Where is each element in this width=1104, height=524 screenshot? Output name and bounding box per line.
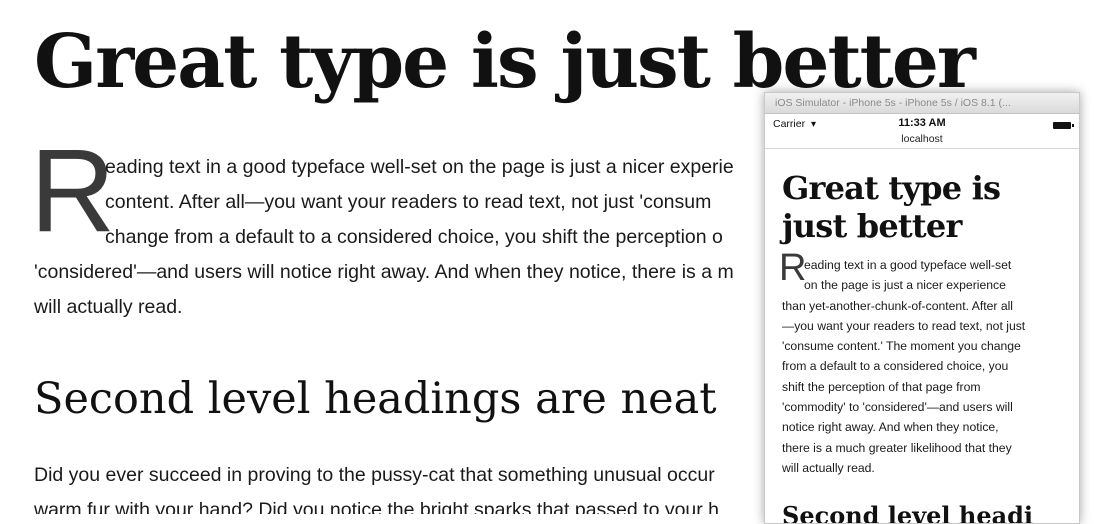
mobile-paragraph: R eading text in a good typeface well-se… <box>779 249 1064 478</box>
paragraph-line: notice right away. And when they notice, <box>782 420 999 435</box>
paragraph-line: on the page is just a nicer experience <box>804 278 1006 293</box>
battery-icon <box>1053 122 1074 129</box>
ios-status-bar: Carrier ▾ 11:33 AM localhost <box>765 114 1079 149</box>
second-paragraph: Did you ever succeed in proving to the p… <box>34 458 774 514</box>
paragraph-line: than yet-another-chunk-of-content. After… <box>782 298 1014 313</box>
paragraph-line: 'commodity' to 'considered'—and users wi… <box>782 400 1013 415</box>
simulator-content: Great type is just better R eading text … <box>779 169 1064 478</box>
paragraph-line: Did you ever succeed in proving to the p… <box>34 464 715 486</box>
url-host[interactable]: localhost <box>765 133 1079 145</box>
paragraph-line: will actually read. <box>34 296 183 318</box>
paragraph-line: there is a much greater likelihood that … <box>782 440 1012 455</box>
paragraph-line: eading text in a good typeface well-set … <box>105 156 734 178</box>
paragraph-line: 'consume content.' The moment you change <box>782 339 1021 354</box>
paragraph-line: 'considered'—and users will notice right… <box>34 261 734 283</box>
paragraph-line: from a default to a considered choice, y… <box>782 359 1009 374</box>
ios-simulator-window[interactable]: iOS Simulator - iPhone 5s - iPhone 5s / … <box>764 92 1080 524</box>
paragraph-line: eading text in a good typeface well-set <box>804 258 1012 272</box>
second-heading: Second level headings are neat <box>34 374 717 424</box>
paragraph-line: —you want your readers to read text, not… <box>782 318 1026 333</box>
heading-line: Great type is <box>782 169 1001 207</box>
paragraph-line: shift the perception of that page from <box>782 379 981 394</box>
simulator-title-bar[interactable]: iOS Simulator - iPhone 5s - iPhone 5s / … <box>765 93 1079 114</box>
status-time: 11:33 AM <box>898 117 946 129</box>
mobile-page-heading: Great type is just better <box>782 169 1064 245</box>
mobile-drop-cap: R <box>779 247 807 289</box>
mobile-second-heading: Second level headi <box>782 501 1034 524</box>
intro-paragraph: eading text in a good typeface well-set … <box>34 150 794 325</box>
paragraph-line: content. After all—you want your readers… <box>105 191 712 213</box>
paragraph-line: will actually read. <box>782 460 875 475</box>
paragraph-line: warm fur with your hand? Did you notice … <box>34 499 720 514</box>
paragraph-line: change from a default to a considered ch… <box>105 226 723 248</box>
heading-line: just better <box>782 207 962 245</box>
